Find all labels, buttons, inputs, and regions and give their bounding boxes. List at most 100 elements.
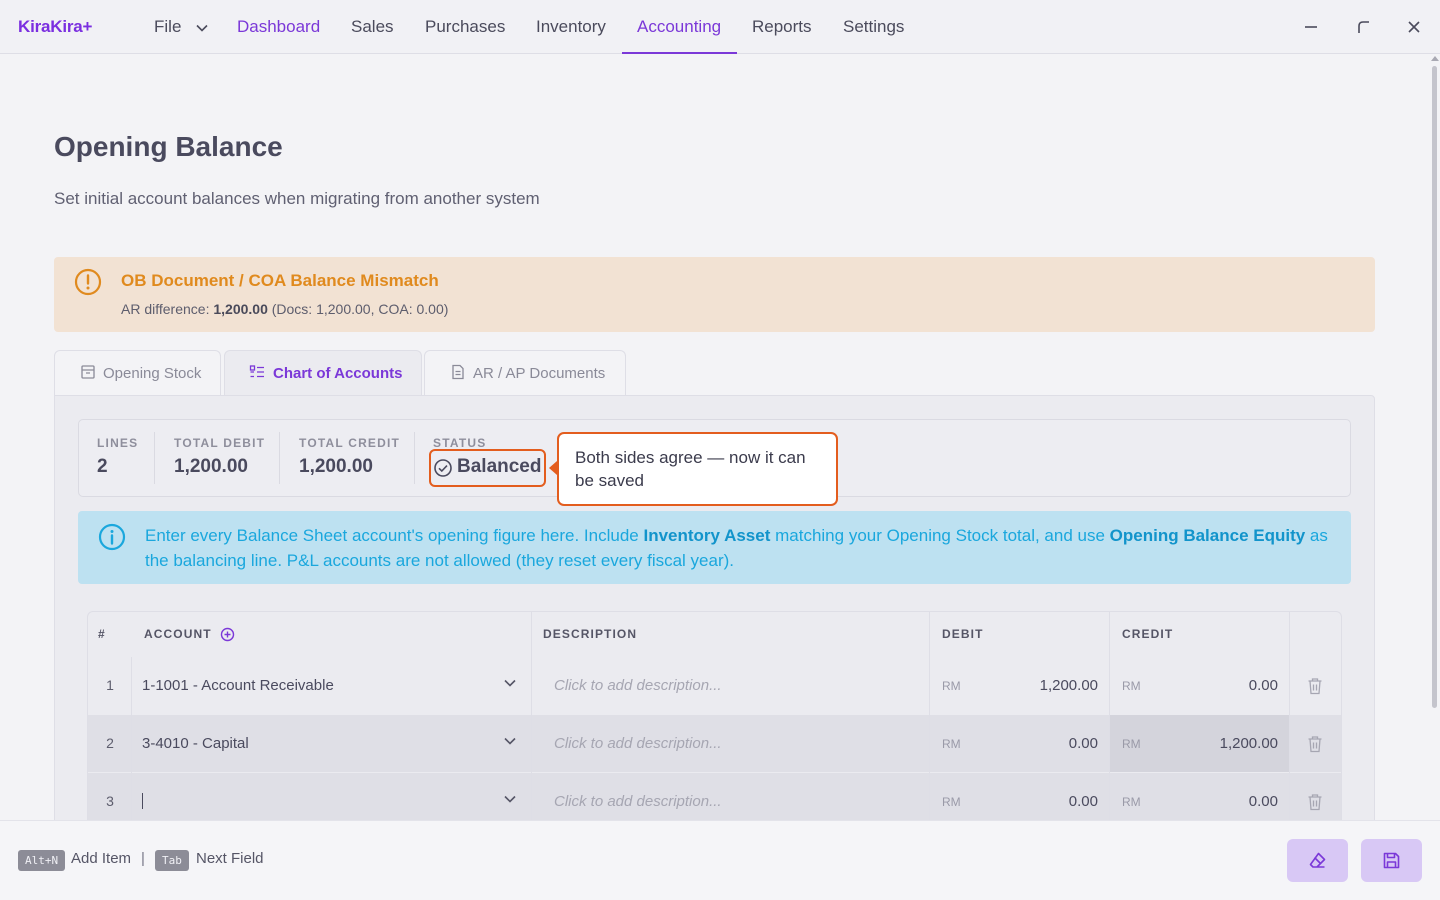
chevron-down-icon[interactable] [503, 794, 517, 804]
warning-prefix: AR difference: [121, 301, 214, 317]
add-account-icon[interactable] [220, 627, 235, 642]
row-number: 2 [106, 735, 114, 751]
stat-credit-value: 1,200.00 [299, 456, 373, 477]
tooltip-arrow [549, 461, 557, 475]
save-icon [1383, 852, 1400, 869]
warning-title: OB Document / COA Balance Mismatch [121, 271, 439, 290]
column-divider [929, 611, 930, 820]
tab-chart-of-accounts[interactable]: Chart of Accounts [224, 350, 422, 397]
description-input[interactable]: Click to add description... [554, 677, 722, 694]
nav-accounting[interactable]: Accounting [637, 17, 721, 37]
warning-amount: 1,200.00 [213, 301, 268, 317]
nav-dashboard[interactable]: Dashboard [237, 17, 320, 37]
nav-purchases[interactable]: Purchases [425, 17, 505, 37]
nav-reports[interactable]: Reports [752, 17, 812, 37]
credit-input[interactable]: 0.00 [1158, 677, 1278, 694]
shortcut-key-add: Alt+N [18, 850, 66, 871]
app-logo: KiraKira+ [18, 17, 93, 36]
stat-lines-value: 2 [97, 456, 108, 477]
row-number: 3 [106, 793, 114, 809]
currency-label: RM [942, 737, 961, 751]
nav-settings[interactable]: Settings [843, 17, 904, 37]
debit-input[interactable]: 0.00 [978, 735, 1098, 752]
tab-label: AR / AP Documents [473, 365, 606, 382]
info-text: Enter every Balance Sheet account's open… [145, 523, 1335, 573]
close-icon[interactable] [1403, 16, 1425, 38]
nav-file-menu[interactable]: File [154, 17, 208, 37]
nav-file-label: File [154, 17, 182, 36]
currency-label: RM [1122, 679, 1141, 693]
eraser-icon [1309, 852, 1326, 868]
document-icon [452, 364, 464, 380]
info-bold-inventory: Inventory Asset [643, 526, 771, 545]
shortcut-key-tab: Tab [155, 850, 189, 871]
tab-label: Opening Stock [103, 365, 202, 382]
chevron-down-icon[interactable] [503, 736, 517, 746]
stat-debit-value: 1,200.00 [174, 456, 248, 477]
currency-label: RM [1122, 795, 1141, 809]
shortcut-separator: | [141, 850, 145, 867]
account-select[interactable]: 3-4010 - Capital [142, 735, 249, 752]
description-input[interactable]: Click to add description... [554, 735, 722, 752]
header-number: # [98, 627, 106, 641]
info-circle-icon [98, 523, 126, 551]
chevron-down-icon [196, 24, 208, 32]
debit-input[interactable]: 0.00 [978, 793, 1098, 810]
currency-label: RM [942, 679, 961, 693]
scrollbar-thumb[interactable] [1432, 66, 1437, 708]
stat-status-label: STATUS [433, 436, 487, 450]
column-divider [531, 611, 532, 820]
stat-divider [414, 432, 415, 484]
tab-opening-stock[interactable]: Opening Stock [54, 350, 221, 396]
column-divider [1289, 611, 1290, 820]
balanced-tooltip: Both sides agree — now it can be saved [557, 432, 838, 506]
list-icon [249, 365, 264, 378]
info-text-part: Enter every Balance Sheet account's open… [145, 526, 644, 545]
info-text-part: matching your Opening Stock total, and u… [770, 526, 1110, 545]
scroll-up-icon[interactable] [1431, 56, 1439, 61]
top-bar: KiraKira+ File Dashboard Sales Purchases… [0, 0, 1440, 54]
debit-input[interactable]: 1,200.00 [978, 677, 1098, 694]
header-debit: DEBIT [942, 627, 984, 641]
stat-debit-label: TOTAL DEBIT [174, 436, 266, 450]
nav-active-indicator [622, 52, 737, 54]
save-button[interactable] [1361, 839, 1422, 882]
row-number: 1 [106, 677, 114, 693]
stat-divider [279, 432, 280, 484]
mismatch-warning: OB Document / COA Balance Mismatch AR di… [54, 257, 1375, 332]
alert-circle-icon [74, 268, 102, 296]
info-bold-equity: Opening Balance Equity [1109, 526, 1306, 545]
credit-input[interactable]: 1,200.00 [1158, 735, 1278, 752]
warning-text: AR difference: 1,200.00 (Docs: 1,200.00,… [121, 301, 448, 317]
header-description: DESCRIPTION [543, 627, 638, 641]
status-badge: Balanced [457, 456, 542, 477]
trash-icon[interactable] [1307, 735, 1323, 753]
credit-input[interactable]: 0.00 [1158, 793, 1278, 810]
trash-icon[interactable] [1307, 793, 1323, 811]
maximize-icon[interactable] [1352, 16, 1374, 38]
page-subtitle: Set initial account balances when migrat… [54, 189, 540, 208]
stat-lines-label: LINES [97, 436, 139, 450]
column-divider [1109, 611, 1110, 820]
nav-sales[interactable]: Sales [351, 17, 394, 37]
stat-credit-label: TOTAL CREDIT [299, 436, 401, 450]
minimize-icon[interactable] [1300, 16, 1322, 38]
chevron-down-icon[interactable] [503, 678, 517, 688]
tab-ar-ap-documents[interactable]: AR / AP Documents [424, 350, 626, 396]
header-credit: CREDIT [1122, 627, 1174, 641]
currency-label: RM [1122, 737, 1141, 751]
stat-divider [154, 432, 155, 484]
check-circle-icon [434, 459, 452, 477]
text-cursor [142, 793, 143, 809]
page-title: Opening Balance [54, 131, 283, 162]
header-account: ACCOUNT [144, 627, 212, 641]
clear-button[interactable] [1287, 839, 1348, 882]
nav-inventory[interactable]: Inventory [536, 17, 606, 37]
shortcut-hint-add: Add Item [71, 850, 132, 867]
info-banner: Enter every Balance Sheet account's open… [78, 511, 1351, 584]
tab-label: Chart of Accounts [273, 365, 403, 382]
trash-icon[interactable] [1307, 677, 1323, 695]
description-input[interactable]: Click to add description... [554, 793, 722, 810]
account-select[interactable]: 1-1001 - Account Receivable [142, 677, 334, 694]
currency-label: RM [942, 795, 961, 809]
